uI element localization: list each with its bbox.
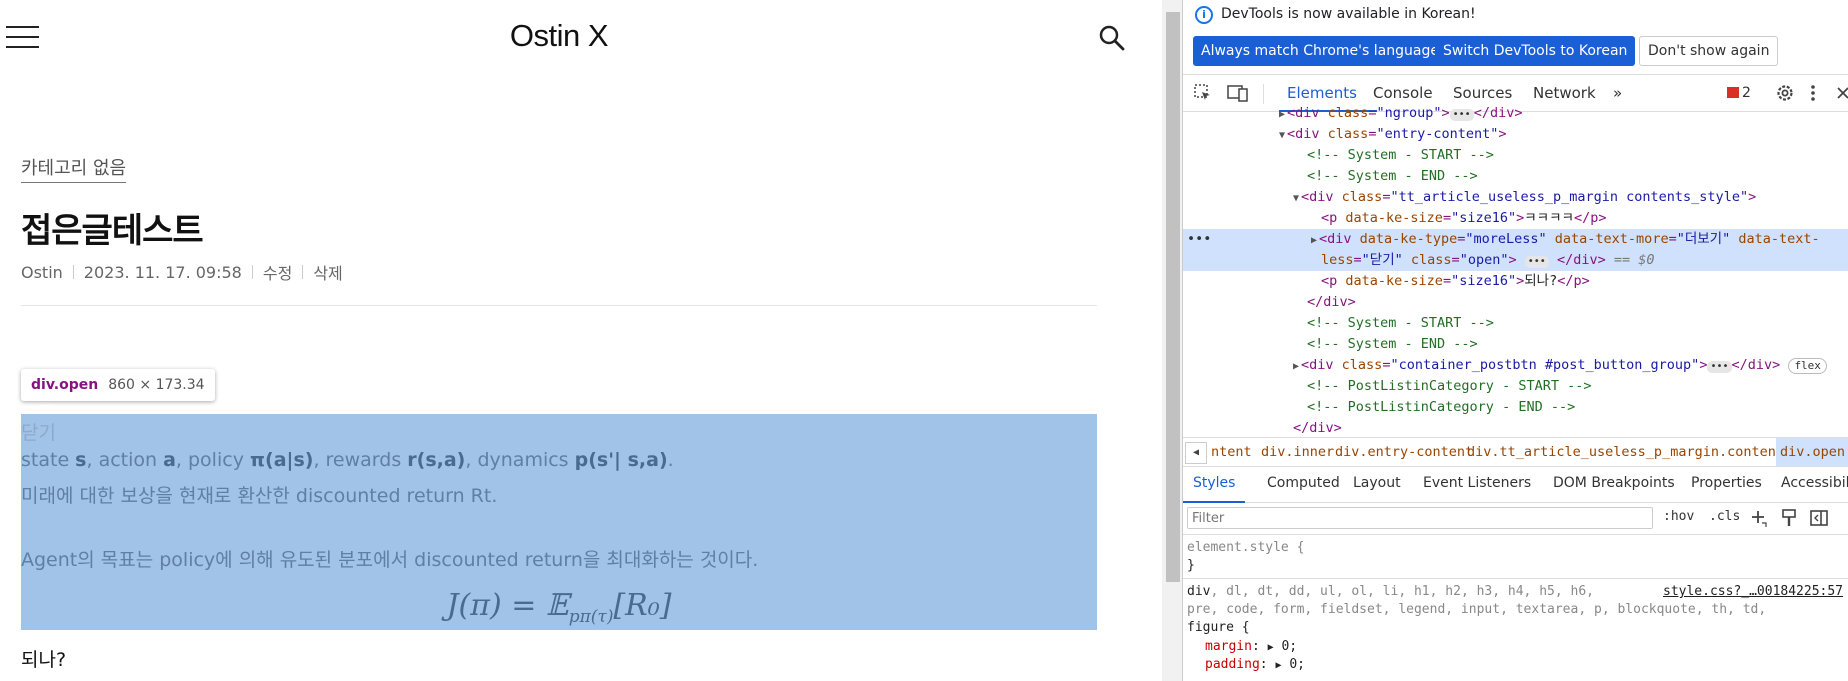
close-devtools-icon[interactable]: [1837, 83, 1848, 103]
dom-comment[interactable]: <!-- System - START -->: [1183, 145, 1848, 166]
dom-node[interactable]: </div>: [1183, 292, 1848, 313]
infobar-message: DevTools is now available in Korean!: [1221, 6, 1476, 22]
search-icon[interactable]: [1098, 24, 1126, 52]
page-scrollbar-thumb[interactable]: [1166, 12, 1180, 582]
post-meta: Ostin 2023. 11. 17. 09:58 수정 삭제: [21, 260, 343, 284]
category-link[interactable]: 카테고리 없음: [21, 154, 127, 183]
edit-link[interactable]: 수정: [263, 260, 292, 284]
tooltip-selector: div.open: [31, 377, 99, 393]
css-selector-line: pre, code, form, fieldset, legend, input…: [1187, 602, 1767, 617]
css-selector-line: figure {: [1187, 620, 1250, 635]
rule-close-brace: }: [1187, 558, 1195, 573]
more-options-icon[interactable]: [1809, 83, 1829, 103]
dom-node[interactable]: ▶ <div class="ngroup"> ••• </div>: [1183, 106, 1848, 124]
styles-filter-input[interactable]: [1187, 507, 1653, 529]
active-subtab-indicator: [1183, 501, 1245, 503]
dont-show-again-button[interactable]: Don't show again: [1639, 36, 1779, 66]
breadcrumb-item[interactable]: ntent: [1211, 444, 1252, 460]
more-tabs-icon[interactable]: »: [1613, 84, 1622, 102]
collapse-toggle[interactable]: 닫기: [21, 418, 56, 445]
devtools-panel: i DevTools is now available in Korean! A…: [1182, 0, 1848, 681]
post-title: 접은글테스트: [21, 211, 204, 251]
content-after: 되나?: [21, 649, 67, 671]
site-title[interactable]: Ostin X: [0, 18, 1118, 54]
tab-dom-breakpoints[interactable]: DOM Breakpoints: [1553, 475, 1675, 491]
dom-node[interactable]: ▼ <div class="tt_article_useless_p_margin…: [1183, 187, 1848, 208]
new-style-rule-icon[interactable]: [1749, 508, 1769, 528]
tab-network[interactable]: Network: [1533, 84, 1596, 102]
switch-korean-button[interactable]: Switch DevTools to Korean: [1435, 36, 1636, 66]
stylesheet-source-link[interactable]: style.css?_…00184225:57: [1663, 584, 1843, 599]
delete-link[interactable]: 삭제: [313, 260, 342, 284]
css-selector-line: div, dl, dt, dd, ul, ol, li, h1, h2, h3,…: [1187, 584, 1594, 599]
language-infobar: i DevTools is now available in Korean! A…: [1183, 0, 1848, 70]
match-language-button[interactable]: Always match Chrome's language: [1193, 36, 1447, 66]
inspect-element-icon[interactable]: [1193, 83, 1213, 103]
elements-tree[interactable]: ▶ <div class="ngroup"> ••• </div> ▼ <div cla…: [1183, 106, 1848, 436]
tab-layout[interactable]: Layout: [1353, 475, 1401, 491]
content-line-3: Agent의 목표는 policy에 의해 유도된 분포에서 discounte…: [21, 549, 759, 571]
dom-comment[interactable]: <!-- System - END -->: [1183, 334, 1848, 355]
dom-comment[interactable]: <!-- PostListinCategory - END -->: [1183, 397, 1848, 418]
tooltip-size: 860 × 173.34: [108, 377, 205, 393]
tab-event-listeners[interactable]: Event Listeners: [1423, 475, 1531, 491]
tooltip-arrow: [38, 405, 54, 413]
toggle-sidebar-icon[interactable]: [1809, 508, 1829, 528]
dom-comment[interactable]: <!-- System - END -->: [1183, 166, 1848, 187]
divider: [21, 305, 1097, 306]
breadcrumb-scroll-left-icon[interactable]: ◀: [1185, 442, 1207, 464]
formula: J(π) = 𝔼pπ(τ)[R₀]: [446, 588, 672, 627]
css-property-margin[interactable]: margin: ▶ 0;: [1205, 639, 1297, 654]
tab-console[interactable]: Console: [1373, 84, 1433, 102]
settings-gear-icon[interactable]: [1775, 83, 1795, 103]
breadcrumb-item[interactable]: div.inner: [1261, 444, 1334, 460]
content-line-1: state s, action a, policy π(a|s), reward…: [21, 449, 674, 471]
dom-node[interactable]: <p data-ke-size="size16">ㅋㅋㅋㅋ</p>: [1183, 208, 1848, 229]
blog-page: Ostin X 카테고리 없음 접은글테스트 Ostin 2023. 11. 1…: [0, 0, 1162, 681]
sidebar-tabs: Styles Computed Layout Event Listeners D…: [1183, 467, 1848, 503]
tab-accessibility[interactable]: Accessibility: [1781, 475, 1848, 491]
dom-node-selected[interactable]: ••• ▶ <div data-ke-type="moreLess" data-t…: [1183, 229, 1848, 271]
inspect-tooltip: div.open 860 × 173.34: [21, 369, 215, 401]
tab-computed[interactable]: Computed: [1267, 475, 1340, 491]
tab-properties[interactable]: Properties: [1691, 475, 1762, 491]
dom-node[interactable]: <p data-ke-size="size16">되나?</p>: [1183, 271, 1848, 292]
breadcrumb-item[interactable]: div.entry-content: [1335, 444, 1473, 460]
dom-node[interactable]: </div>: [1183, 418, 1848, 436]
styles-pane[interactable]: element.style { } div, dl, dt, dd, ul, o…: [1183, 534, 1848, 681]
element-style-rule: element.style {: [1187, 540, 1305, 555]
dom-comment[interactable]: <!-- System - START -->: [1183, 313, 1848, 334]
cls-toggle[interactable]: .cls: [1709, 509, 1740, 524]
styles-filter-bar: :hov .cls: [1183, 504, 1848, 534]
breadcrumb-item-selected[interactable]: div.open: [1776, 438, 1848, 466]
device-toolbar-icon[interactable]: [1227, 83, 1248, 103]
author: Ostin: [21, 262, 63, 282]
breadcrumb: ◀ ntent div.inner div.entry-content div.…: [1183, 437, 1848, 467]
post-date: 2023. 11. 17. 09:58: [83, 262, 242, 282]
dom-comment[interactable]: <!-- PostListinCategory - START -->: [1183, 376, 1848, 397]
tab-sources[interactable]: Sources: [1453, 84, 1512, 102]
error-count-badge[interactable]: 2: [1727, 85, 1751, 101]
content-line-2: 미래에 대한 보상을 현재로 환산한 discounted return Rt.: [21, 485, 498, 507]
tab-styles[interactable]: Styles: [1193, 475, 1235, 491]
dom-node[interactable]: ▶ <div class="container_postbtn #post_but…: [1183, 355, 1848, 376]
paint-brush-icon[interactable]: [1779, 508, 1799, 528]
dom-node[interactable]: ▼ <div class="entry-content">: [1183, 124, 1848, 145]
info-icon: i: [1195, 6, 1213, 24]
tab-elements[interactable]: Elements: [1287, 84, 1357, 102]
hov-toggle[interactable]: :hov: [1663, 509, 1694, 524]
css-property-padding[interactable]: padding: ▶ 0;: [1205, 657, 1305, 672]
